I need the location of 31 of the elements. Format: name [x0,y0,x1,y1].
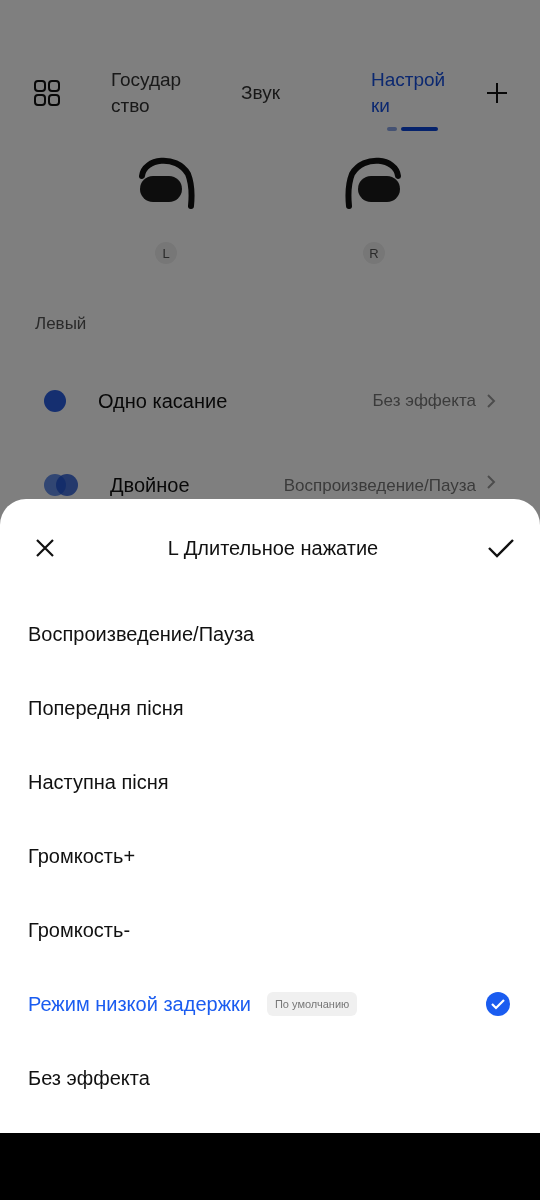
grid-icon[interactable] [32,78,62,108]
chevron-icon [486,393,496,409]
check-icon [486,992,510,1016]
option-item[interactable]: Громкость- [0,893,540,967]
option-label: Наступна пісня [28,770,169,794]
option-item[interactable]: Громкость+ [0,819,540,893]
option-label: Попередня пісня [28,696,184,720]
option-label: Без эффекта [28,1066,150,1090]
side-label: L [155,242,177,264]
sheet-title: L Длительное нажатие [166,536,380,560]
double-dot-icon [44,474,78,496]
tab[interactable]: Звук [241,80,333,120]
dot-icon [44,390,66,412]
side-label: R [363,242,385,264]
option-label: Воспроизведение/Пауза [28,622,255,646]
option-item[interactable]: Попередня пісня [0,671,540,745]
option-item[interactable]: Режим низкой задержки По умолчанию [0,967,540,1041]
chevron-icon [486,474,496,490]
earbud-drawing [344,156,404,212]
option-label: Громкость- [28,918,131,942]
tab-indicator [401,127,438,131]
option-label: Громкость+ [28,844,136,868]
option-item[interactable]: Без эффекта [0,1041,540,1115]
gesture-row[interactable]: Одно касание Без эффекта [0,356,540,446]
earbud-drawing [136,156,196,212]
option-item[interactable]: Наступна пісня [0,745,540,819]
option-label: Режим низкой задержки [28,992,251,1016]
section-title: Левый [35,314,88,334]
tab[interactable]: Государ ство [111,67,203,133]
option-item[interactable]: Воспроизведение/Пауза [0,597,540,671]
default-tag: По умолчанию [266,992,358,1016]
